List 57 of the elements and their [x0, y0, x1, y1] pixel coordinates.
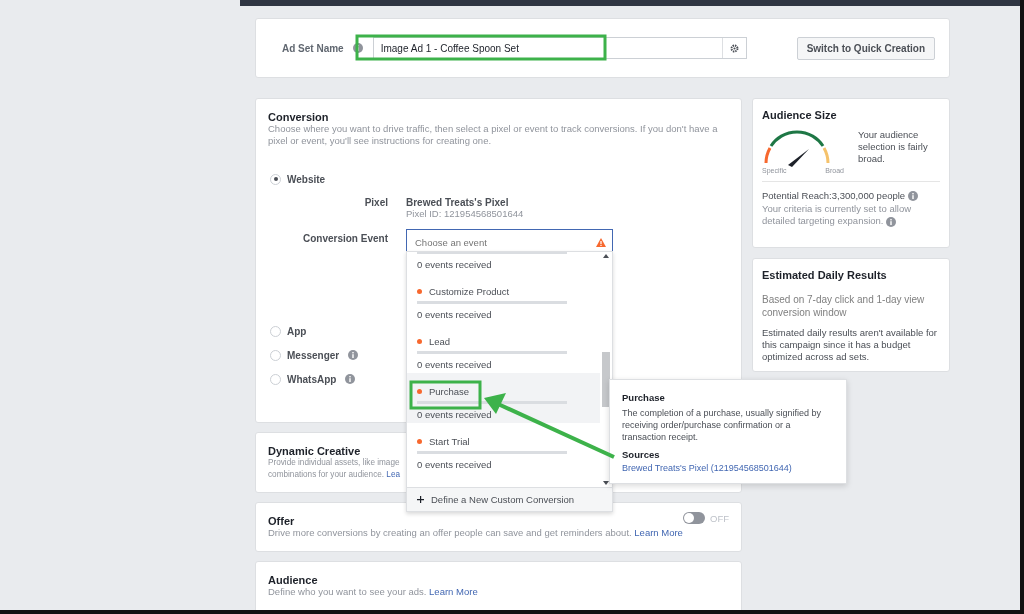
event-option[interactable]: 0 events received [407, 252, 600, 273]
audience-summary: Your audience selection is fairly broad. [858, 129, 929, 166]
plus-icon [417, 496, 424, 503]
section-description: Drive more conversions by creating an offer people can save and get reminders about. Learn More [268, 527, 684, 539]
scroll-down-icon[interactable] [603, 481, 609, 485]
ad-set-name-field[interactable]: Image Ad 1 - Coffee Spoon Set [372, 37, 747, 59]
event-name: Customize Product [429, 285, 510, 297]
results-note: Estimated daily results aren't available for this campaign since it has a budget optimized across ad sets. [762, 327, 938, 363]
source-link[interactable]: Brewed Treats's Pixel (121954568501644) [622, 463, 834, 473]
learn-more-link[interactable]: Learn More [429, 586, 478, 597]
scrollbar-thumb[interactable] [602, 352, 610, 407]
settings-icon[interactable] [729, 43, 739, 53]
section-description: Choose where you want to drive traffic, then select a pixel or event to track conversions. If you don't have a pixel or event, you'll see instructions for creating one. [268, 123, 719, 147]
event-name: Start Trial [429, 435, 470, 447]
info-icon [352, 43, 363, 53]
event-status: 0 events received [417, 309, 493, 320]
section-title: Offer [268, 515, 295, 527]
conversion-event-label: Conversion Event [301, 232, 388, 244]
toggle-label: OFF [710, 512, 729, 524]
section-title: Dynamic Creative [268, 445, 361, 457]
card-title: Audience Size [762, 109, 837, 121]
gauge-drawing [762, 129, 832, 167]
event-status: 0 events received [417, 359, 493, 370]
tooltip-title: Purchase [622, 392, 666, 403]
ad-set-name-label: Ad Set Name [282, 42, 344, 54]
pixel-id: Pixel ID: 121954568501644 [406, 208, 525, 219]
define-custom-conversion-option[interactable]: Define a New Custom Conversion [407, 487, 612, 511]
criteria-text: Your criteria is currently set to allow detailed targeting expansion. [762, 203, 913, 228]
radio-label: Website [287, 173, 326, 185]
event-status: 0 events received [417, 259, 493, 270]
scroll-up-icon[interactable] [603, 254, 609, 258]
section-description: Provide individual assets, like image [268, 458, 400, 469]
radio-label: WhatsApp [287, 373, 337, 385]
event-name: Purchase [429, 385, 470, 397]
section-title: Conversion [268, 111, 329, 123]
sources-label: Sources [622, 449, 661, 460]
warning-icon [596, 237, 606, 247]
info-icon [908, 191, 919, 202]
results-basis: Based on 7-day click and 1-day view conversion window [762, 293, 926, 319]
pixel-name: Brewed Treats's Pixel [406, 196, 510, 208]
offer-toggle[interactable] [683, 512, 705, 524]
pixel-label: Pixel [363, 196, 388, 208]
event-status: 0 events received [417, 459, 493, 470]
tooltip-description: The completion of a purchase, usually signified by receiving order/purchase confirmation or a transaction receipt. [622, 407, 823, 443]
learn-more-link[interactable]: Lea [386, 470, 400, 479]
section-description: combinations for your audience. Lea [268, 469, 400, 481]
radio-label: App [287, 325, 307, 337]
switch-quick-creation-button[interactable]: Switch to Quick Creation [796, 36, 935, 60]
section-title: Audience [268, 574, 318, 586]
potential-reach: Potential Reach:3,300,000 people [762, 190, 940, 202]
section-description: Define who you want to see your ads. Learn More [268, 586, 479, 598]
event-status: 0 events received [417, 409, 493, 420]
learn-more-link[interactable]: Learn More [634, 527, 683, 538]
radio-label: Messenger [287, 349, 340, 361]
event-name: Lead [429, 335, 451, 347]
card-title: Estimated Daily Results [762, 269, 887, 281]
info-icon [886, 216, 897, 227]
